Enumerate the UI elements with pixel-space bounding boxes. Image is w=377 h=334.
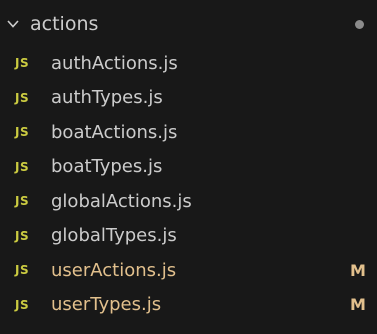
file-name: boatTypes.js bbox=[51, 156, 163, 178]
file-name: userTypes.js bbox=[51, 294, 162, 316]
file-row[interactable]: JS boatActions.js bbox=[0, 115, 377, 150]
file-name: userActions.js bbox=[51, 259, 177, 281]
file-list: JS authActions.js JS authTypes.js JS boa… bbox=[0, 46, 377, 322]
file-row[interactable]: JS userActions.js M bbox=[0, 253, 377, 288]
javascript-file-icon: JS bbox=[15, 125, 30, 140]
file-row[interactable]: JS globalTypes.js bbox=[0, 219, 377, 254]
file-name: authTypes.js bbox=[51, 87, 163, 109]
javascript-file-icon: JS bbox=[15, 263, 30, 278]
javascript-file-icon: JS bbox=[15, 194, 30, 209]
javascript-file-icon: JS bbox=[15, 228, 30, 243]
chevron-down-icon bbox=[6, 17, 20, 31]
git-status-badge: M bbox=[350, 295, 366, 315]
file-row[interactable]: JS globalActions.js bbox=[0, 184, 377, 219]
javascript-file-icon: JS bbox=[15, 159, 30, 174]
file-row[interactable]: JS authTypes.js bbox=[0, 81, 377, 116]
file-row[interactable]: JS boatTypes.js bbox=[0, 150, 377, 185]
javascript-file-icon: JS bbox=[15, 90, 30, 105]
file-explorer: actions JS authActions.js JS authTypes.j… bbox=[0, 0, 377, 334]
folder-name: actions bbox=[30, 13, 99, 35]
file-row[interactable]: JS userTypes.js M bbox=[0, 288, 377, 323]
file-name: globalActions.js bbox=[51, 190, 192, 212]
file-name: authActions.js bbox=[51, 52, 178, 74]
file-name: boatActions.js bbox=[51, 121, 178, 143]
modified-dot-icon bbox=[355, 20, 364, 29]
git-status-badge: M bbox=[350, 260, 366, 280]
folder-actions[interactable]: actions bbox=[0, 7, 377, 41]
file-name: globalTypes.js bbox=[51, 225, 177, 247]
file-row[interactable]: JS authActions.js bbox=[0, 46, 377, 81]
javascript-file-icon: JS bbox=[15, 56, 30, 71]
javascript-file-icon: JS bbox=[15, 297, 30, 312]
